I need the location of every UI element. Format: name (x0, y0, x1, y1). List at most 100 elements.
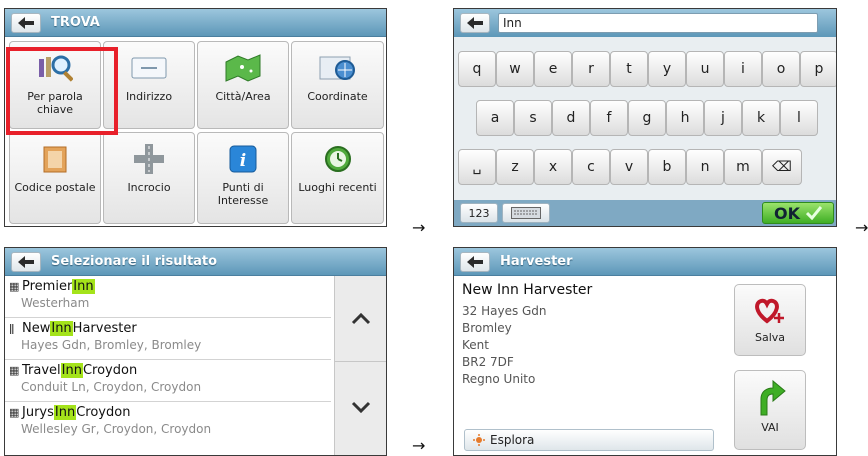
city-area-map-icon (224, 52, 262, 84)
match-highlight: Inn (50, 321, 73, 336)
key-d[interactable]: d (552, 100, 590, 136)
key-c[interactable]: c (572, 149, 610, 185)
space-key[interactable]: ␣ (458, 149, 496, 185)
explore-button[interactable]: Esplora (464, 429, 714, 451)
address-line: Regno Unito (462, 372, 536, 386)
backspace-key[interactable]: ⌫ (762, 149, 802, 185)
results-list: ▦ Premier Inn Westerham ǁ New Inn Harveste… (5, 276, 331, 455)
keyboard-topbar: Inn (454, 9, 836, 37)
keyboard-bottombar: 123 OK (454, 200, 836, 226)
back-arrow-icon (467, 255, 483, 268)
back-button[interactable] (11, 12, 41, 33)
result-address: Wellesley Gr, Croydon, Croydon (21, 422, 212, 436)
results-title: Selezionare il risultato (51, 254, 218, 269)
intersection-button[interactable]: Incrocio (103, 132, 195, 224)
flow-arrow-1: → (412, 218, 426, 237)
explore-icon (473, 434, 485, 446)
explore-label: Esplora (490, 433, 535, 447)
result-address: Conduit Ln, Croydon, Croydon (21, 380, 202, 394)
postcode-label: Codice postale (14, 181, 96, 194)
find-menu-panel: TROVA Per parola chiave Indirizzo Città/… (4, 8, 387, 227)
back-button[interactable] (460, 251, 490, 272)
ok-button[interactable]: OK (762, 202, 834, 224)
key-r[interactable]: r (572, 51, 610, 87)
coordinates-label: Coordinate (307, 90, 368, 103)
key-y[interactable]: y (648, 51, 686, 87)
back-arrow-icon (18, 255, 34, 268)
back-button[interactable] (460, 13, 490, 33)
key-v[interactable]: v (610, 149, 648, 185)
key-g[interactable]: g (628, 100, 666, 136)
result-item[interactable]: ǁ New Inn Harvester Hayes Gdn, Bromley, B… (5, 318, 331, 360)
results-panel: Selezionare il risultato ▦ Premier Inn We… (4, 247, 387, 456)
numeric-mode-button[interactable]: 123 (460, 203, 498, 223)
address-icon (131, 52, 167, 84)
back-button[interactable] (11, 251, 41, 272)
scroll-up-button[interactable] (335, 276, 386, 362)
highlight-box (6, 47, 118, 135)
key-j[interactable]: j (704, 100, 742, 136)
flow-arrow-3: → (412, 436, 426, 455)
address-line: BR2 7DF (462, 355, 514, 369)
results-titlebar: Selezionare il risultato (5, 248, 386, 276)
details-title: Harvester (500, 254, 573, 269)
scroll-column (334, 276, 386, 455)
result-name: ǁ New Inn Harvester (9, 321, 137, 336)
key-m[interactable]: m (724, 149, 762, 185)
svg-text:i: i (240, 151, 246, 171)
key-x[interactable]: x (534, 149, 572, 185)
address-label: Indirizzo (125, 90, 173, 103)
key-f[interactable]: f (590, 100, 628, 136)
postcode-button[interactable]: Codice postale (9, 132, 101, 224)
key-n[interactable]: n (686, 149, 724, 185)
key-b[interactable]: b (648, 149, 686, 185)
scroll-down-button[interactable] (335, 364, 386, 450)
go-label: VAI (761, 421, 779, 434)
heart-plus-icon (755, 298, 784, 324)
restaurant-icon: ǁ (9, 322, 15, 335)
find-titlebar: TROVA (5, 9, 386, 37)
key-z[interactable]: z (496, 149, 534, 185)
key-k[interactable]: k (742, 100, 780, 136)
save-label: Salva (754, 331, 786, 344)
keyboard-layout-button[interactable] (502, 203, 550, 223)
recent-places-clock-icon (324, 143, 352, 175)
checkmark-icon (806, 206, 822, 220)
save-button[interactable]: Salva (734, 284, 806, 356)
go-button[interactable]: VAI (734, 370, 806, 450)
key-s[interactable]: s (514, 100, 552, 136)
coordinates-icon (319, 52, 357, 84)
key-o[interactable]: o (762, 51, 800, 87)
result-name: ▦ Premier Inn (9, 279, 95, 294)
result-item[interactable]: ▦ Premier Inn Westerham (5, 276, 331, 318)
flow-arrow-2: → (855, 218, 868, 237)
hotel-icon: ▦ (9, 280, 20, 293)
back-arrow-icon (467, 17, 483, 29)
place-name: New Inn Harvester (462, 282, 593, 298)
search-input[interactable]: Inn (498, 13, 818, 33)
points-of-interest-button[interactable]: i Punti di Interesse (197, 132, 289, 224)
key-l[interactable]: l (780, 100, 818, 136)
key-h[interactable]: h (666, 100, 704, 136)
hotel-icon: ▦ (9, 364, 20, 377)
city-area-button[interactable]: Città/Area (197, 41, 289, 129)
coordinates-button[interactable]: Coordinate (291, 41, 384, 129)
key-e[interactable]: e (534, 51, 572, 87)
key-p[interactable]: p (800, 51, 836, 87)
intersection-icon (133, 143, 165, 175)
key-u[interactable]: u (686, 51, 724, 87)
key-t[interactable]: t (610, 51, 648, 87)
result-item[interactable]: ▦ Jurys Inn Croydon Wellesley Gr, Croydon… (5, 402, 331, 444)
key-w[interactable]: w (496, 51, 534, 87)
address-line: Bromley (462, 321, 512, 335)
info-icon: i (229, 143, 257, 175)
result-item[interactable]: ▦ Travel Inn Croydon Conduit Ln, Croydon,… (5, 360, 331, 402)
key-i[interactable]: i (724, 51, 762, 87)
details-panel: Harvester New Inn Harvester 32 Hayes Gdn… (453, 247, 837, 456)
intersection-label: Incrocio (127, 181, 171, 194)
key-q[interactable]: q (458, 51, 496, 87)
key-a[interactable]: a (476, 100, 514, 136)
postcode-icon (40, 143, 70, 175)
address-line: Kent (462, 338, 489, 352)
recent-places-button[interactable]: Luoghi recenti (291, 132, 384, 224)
